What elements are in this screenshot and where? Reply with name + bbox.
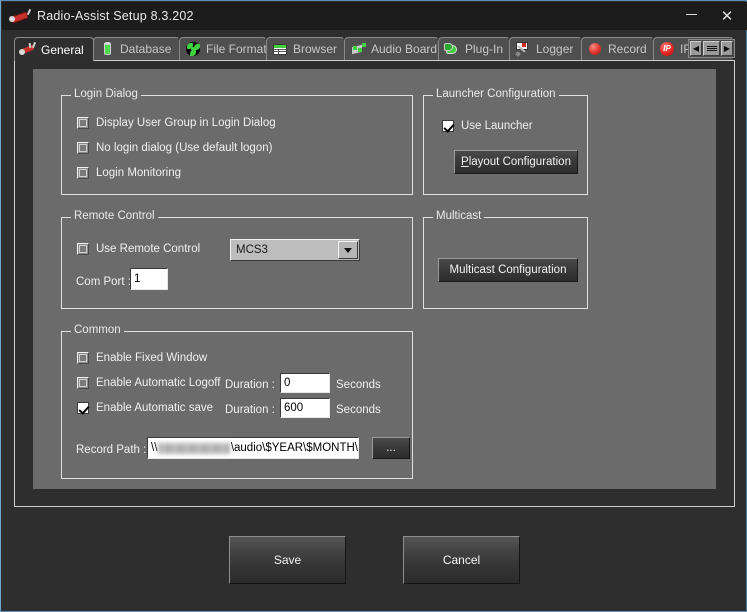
tab-logger[interactable]: Logger: [509, 37, 582, 60]
checkbox-label: Use Remote Control: [96, 243, 200, 255]
record-path-label: Record Path :: [76, 444, 146, 456]
remote-control-group: Remote Control Use Remote Control MCS3 C…: [61, 217, 413, 309]
tab-browser[interactable]: Browser: [266, 37, 345, 60]
tab-audio-board-label: Audio Board: [371, 42, 437, 56]
save-duration-unit: Seconds: [336, 404, 381, 416]
tab-browser-label: Browser: [293, 42, 337, 56]
audio-board-icon: [350, 41, 366, 57]
checkbox-box[interactable]: [77, 377, 89, 389]
tab-database[interactable]: Database: [93, 37, 180, 60]
logoff-duration-input[interactable]: 0: [280, 373, 330, 393]
checkbox-enable-automatic-save[interactable]: Enable Automatic save: [77, 402, 213, 414]
checkbox-label: Login Monitoring: [96, 167, 181, 179]
save-duration-label: Duration :: [225, 404, 275, 416]
cancel-button[interactable]: Cancel: [403, 536, 520, 584]
launcher-configuration-legend: Launcher Configuration: [433, 88, 559, 100]
general-tab-content: Login Dialog Display User Group in Login…: [33, 69, 716, 489]
close-button[interactable]: ✕: [709, 2, 745, 30]
tab-scroll-prev-button[interactable]: ◀: [690, 41, 702, 56]
launcher-configuration-group: Launcher Configuration Use Launcher Play…: [423, 95, 588, 195]
tab-file-format-label: File Format: [206, 42, 267, 56]
checkbox-label: Enable Automatic save: [96, 402, 213, 414]
tab-audio-board[interactable]: Audio Board: [344, 37, 439, 60]
tab-file-format[interactable]: File Format: [179, 37, 267, 60]
com-port-label: Com Port :: [76, 276, 131, 288]
multicast-group: Multicast Multicast Configuration: [423, 217, 588, 309]
checkbox-label: Enable Fixed Window: [96, 352, 207, 364]
minimize-icon: [686, 14, 697, 15]
remote-device-value: MCS3: [231, 240, 337, 260]
checkbox-box[interactable]: [77, 402, 89, 414]
record-path-redacted: [158, 443, 229, 454]
playout-configuration-button[interactable]: Playout Configuration: [454, 150, 578, 174]
tab-plugin-label: Plug-In: [465, 42, 503, 56]
com-port-input[interactable]: 1: [130, 268, 168, 290]
minimize-button[interactable]: [673, 2, 709, 30]
logoff-duration-label: Duration :: [225, 379, 275, 391]
tab-scroll-next-button[interactable]: ▶: [721, 41, 733, 56]
checkbox-box[interactable]: [442, 120, 454, 132]
title-bar: Radio-Assist Setup 8.3.202 ✕: [2, 2, 747, 30]
tab-record[interactable]: Record: [581, 37, 654, 60]
ip-icon: IP: [659, 41, 675, 57]
tab-scroller: ◀ ▶: [688, 39, 735, 58]
plugin-icon: [444, 41, 460, 57]
common-legend: Common: [71, 324, 124, 336]
remote-control-legend: Remote Control: [71, 210, 158, 222]
checkbox-use-remote-control[interactable]: Use Remote Control: [77, 243, 200, 255]
checkbox-box[interactable]: [77, 142, 89, 154]
checkbox-box[interactable]: [77, 117, 89, 129]
tab-record-label: Record: [608, 42, 647, 56]
common-group: Common Enable Fixed Window Enable Automa…: [61, 331, 413, 479]
login-dialog-legend: Login Dialog: [71, 88, 141, 100]
playout-accel-letter: P: [461, 156, 469, 168]
chevron-down-icon[interactable]: [338, 241, 358, 259]
tab-logger-label: Logger: [536, 42, 573, 56]
record-path-input[interactable]: \\ \audio\$YEAR\$MONTH\: [147, 437, 359, 459]
microphone-icon: [20, 42, 36, 58]
save-button[interactable]: Save: [229, 536, 346, 584]
microphone-icon: [9, 7, 31, 25]
playout-rest-label: layout Configuration: [469, 156, 571, 168]
tab-general[interactable]: General: [14, 37, 94, 61]
multicast-configuration-button[interactable]: Multicast Configuration: [438, 258, 578, 282]
checkbox-label: Enable Automatic Logoff: [96, 377, 220, 389]
record-path-prefix: \\: [151, 442, 157, 454]
tab-list-menu-button[interactable]: [703, 41, 720, 56]
checkbox-display-user-group[interactable]: Display User Group in Login Dialog: [77, 117, 276, 129]
checkbox-enable-fixed-window[interactable]: Enable Fixed Window: [77, 352, 207, 364]
record-path-browse-button[interactable]: ...: [372, 437, 410, 459]
checkbox-label: No login dialog (Use default logon): [96, 142, 272, 154]
window-title: Radio-Assist Setup 8.3.202: [35, 9, 194, 23]
logoff-duration-unit: Seconds: [336, 379, 381, 391]
multicast-legend: Multicast: [433, 210, 484, 222]
tab-general-label: General: [41, 43, 84, 57]
checkbox-box[interactable]: [77, 243, 89, 255]
save-duration-input[interactable]: 600: [280, 398, 330, 418]
tab-database-label: Database: [120, 42, 171, 56]
tab-content-panel: Login Dialog Display User Group in Login…: [14, 60, 735, 507]
setup-window: Radio-Assist Setup 8.3.202 ✕ General Dat…: [0, 0, 747, 612]
checkbox-box[interactable]: [77, 352, 89, 364]
checkbox-label: Display User Group in Login Dialog: [96, 117, 276, 129]
record-icon: [587, 41, 603, 57]
checkbox-box[interactable]: [77, 167, 89, 179]
checkbox-enable-automatic-logoff[interactable]: Enable Automatic Logoff: [77, 377, 220, 389]
record-path-suffix: \audio\$YEAR\$MONTH\: [231, 442, 358, 454]
remote-device-select[interactable]: MCS3: [230, 239, 360, 261]
database-icon: [99, 41, 115, 57]
checkbox-use-launcher[interactable]: Use Launcher: [442, 120, 533, 132]
tab-plugin[interactable]: Plug-In: [438, 37, 510, 60]
fan-icon: [185, 41, 201, 57]
table-icon: [272, 41, 288, 57]
tab-strip: General Database File Format Browser Aud…: [14, 37, 735, 61]
checkbox-label: Use Launcher: [461, 120, 533, 132]
checkbox-login-monitoring[interactable]: Login Monitoring: [77, 167, 181, 179]
logger-icon: [515, 41, 531, 57]
checkbox-no-login-dialog[interactable]: No login dialog (Use default logon): [77, 142, 272, 154]
login-dialog-group: Login Dialog Display User Group in Login…: [61, 95, 413, 195]
